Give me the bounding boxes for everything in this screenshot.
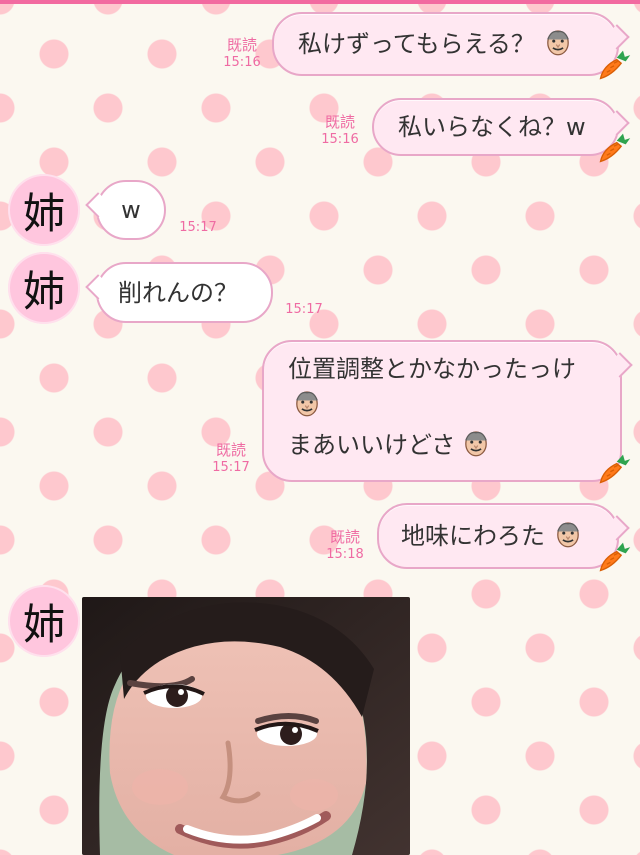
- read-receipt-5: 既読 15:17: [212, 441, 250, 475]
- read-receipt-1: 既読 15:16: [223, 36, 261, 70]
- message-bubble-6[interactable]: 地味にわろた: [377, 503, 619, 569]
- carrot-icon: [596, 130, 632, 170]
- message-text-5-line-2: まあいいけどさ: [288, 431, 456, 459]
- carrot-icon: [596, 451, 632, 491]
- old-man-icon: [541, 25, 575, 63]
- avatar-sister: 姉: [8, 252, 80, 324]
- carrot-icon: [596, 47, 632, 87]
- message-text-6: 地味にわろた: [401, 522, 545, 550]
- top-status-strip: [0, 0, 640, 4]
- message-bubble-3[interactable]: w: [96, 180, 166, 240]
- message-text-2: 私いらなくね？w: [398, 113, 586, 141]
- avatar-sister: 姉: [8, 174, 80, 246]
- message-timestamp-3: 15:17: [179, 220, 217, 235]
- selfie-photo[interactable]: [82, 597, 410, 855]
- old-man-icon: [459, 426, 493, 464]
- avatar-sister: 姉: [8, 585, 80, 657]
- message-text-5-line-1: 位置調整とかなかったっけ: [288, 355, 576, 383]
- old-man-icon: [290, 386, 324, 424]
- message-5-emoji-row: [288, 386, 606, 426]
- message-bubble-4[interactable]: 削れんの？: [96, 262, 273, 323]
- photo: [82, 597, 410, 855]
- message-text-4: 削れんの？: [118, 278, 238, 307]
- read-receipt-2: 既読 15:16: [321, 113, 359, 147]
- message-timestamp-4: 15:17: [285, 302, 323, 317]
- message-bubble-2[interactable]: 私いらなくね？w: [372, 98, 619, 156]
- message-5-line-2-row: まあいいけどさ: [288, 426, 606, 464]
- read-receipt-6: 既読 15:18: [326, 528, 364, 562]
- old-man-icon: [551, 517, 585, 555]
- carrot-icon: [596, 539, 632, 579]
- message-text-1: 私けずってもらえる？: [298, 30, 535, 58]
- message-text-3: w: [121, 196, 141, 224]
- message-bubble-5[interactable]: 位置調整とかなかったっけ まあいいけどさ: [262, 340, 622, 482]
- message-bubble-1[interactable]: 私けずってもらえる？: [272, 12, 619, 76]
